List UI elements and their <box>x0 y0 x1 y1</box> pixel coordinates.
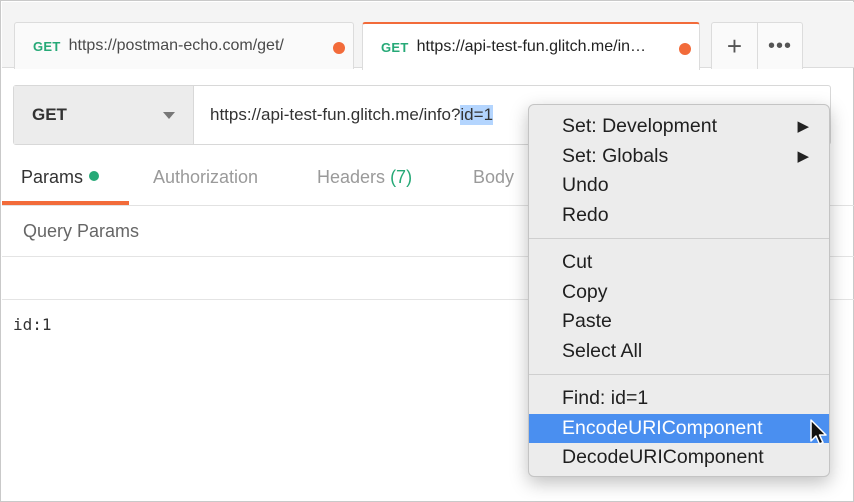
tab-method-label: GET <box>33 38 61 54</box>
url-selected-text: id=1 <box>460 105 494 125</box>
menu-item-label: Set: Development <box>562 115 718 137</box>
submenu-arrow-icon: ▶ <box>797 118 809 135</box>
method-value: GET <box>32 105 67 124</box>
tab-body[interactable]: Body <box>473 167 514 188</box>
request-tab-api-test-fun[interactable]: GET https://api-test-fun.glitch.me/in… <box>362 22 700 70</box>
method-dropdown[interactable]: GET <box>14 86 194 144</box>
tab-url-label: https://api-test-fun.glitch.me/in… <box>416 38 647 55</box>
context-menu: Set: Development ▶ Set: Globals ▶ Undo R… <box>528 104 830 477</box>
headers-count-badge: (7) <box>390 167 413 187</box>
tab-method-label: GET <box>381 39 409 55</box>
tab-bar: GET https://postman-echo.com/get/ GET ht… <box>2 2 854 70</box>
menu-item-select-all[interactable]: Select All <box>529 337 829 367</box>
new-tab-plus-icon[interactable]: + <box>712 23 757 69</box>
tab-controls: + ••• <box>711 22 803 69</box>
active-dot-icon <box>89 171 100 181</box>
query-params-heading: Query Params <box>23 221 140 241</box>
tab-authorization[interactable]: Authorization <box>153 167 258 188</box>
app-window: GET https://postman-echo.com/get/ GET ht… <box>0 0 854 502</box>
tab-headers-label: Headers <box>317 167 386 187</box>
submenu-arrow-icon: ▶ <box>797 147 809 165</box>
chevron-down-icon <box>163 112 175 119</box>
menu-item-undo[interactable]: Undo <box>529 171 829 201</box>
menu-item-label: Set: Globals <box>562 144 669 167</box>
menu-item-set-globals[interactable]: Set: Globals ▶ <box>529 142 829 172</box>
menu-item-cut[interactable]: Cut <box>529 248 829 278</box>
tab-params-label: Params <box>21 167 84 187</box>
unsaved-dot-icon <box>333 42 345 54</box>
menu-item-encode-uri-component[interactable]: EncodeURIComponent <box>529 413 829 443</box>
menu-separator <box>529 374 829 375</box>
mouse-pointer-icon <box>810 419 827 445</box>
menu-item-copy[interactable]: Copy <box>529 278 829 308</box>
tab-params[interactable]: Params <box>21 167 100 188</box>
menu-item-paste[interactable]: Paste <box>529 307 829 337</box>
menu-item-find[interactable]: Find: id=1 <box>529 384 829 414</box>
tab-url-label: https://postman-echo.com/get/ <box>68 37 284 54</box>
tab-headers[interactable]: Headers (7) <box>317 167 412 188</box>
unsaved-dot-icon <box>679 43 691 55</box>
menu-item-set-development[interactable]: Set: Development ▶ <box>529 112 829 142</box>
request-tab-postman-echo[interactable]: GET https://postman-echo.com/get/ <box>14 22 354 69</box>
active-tab-indicator <box>2 201 129 205</box>
url-text: https://api-test-fun.glitch.me/info? <box>210 105 461 124</box>
menu-item-redo[interactable]: Redo <box>529 201 829 231</box>
bulk-edit-text[interactable]: id:1 <box>13 315 52 334</box>
more-options-icon[interactable]: ••• <box>756 23 802 69</box>
menu-item-decode-uri-component[interactable]: DecodeURIComponent <box>529 443 829 473</box>
menu-separator <box>529 238 829 239</box>
